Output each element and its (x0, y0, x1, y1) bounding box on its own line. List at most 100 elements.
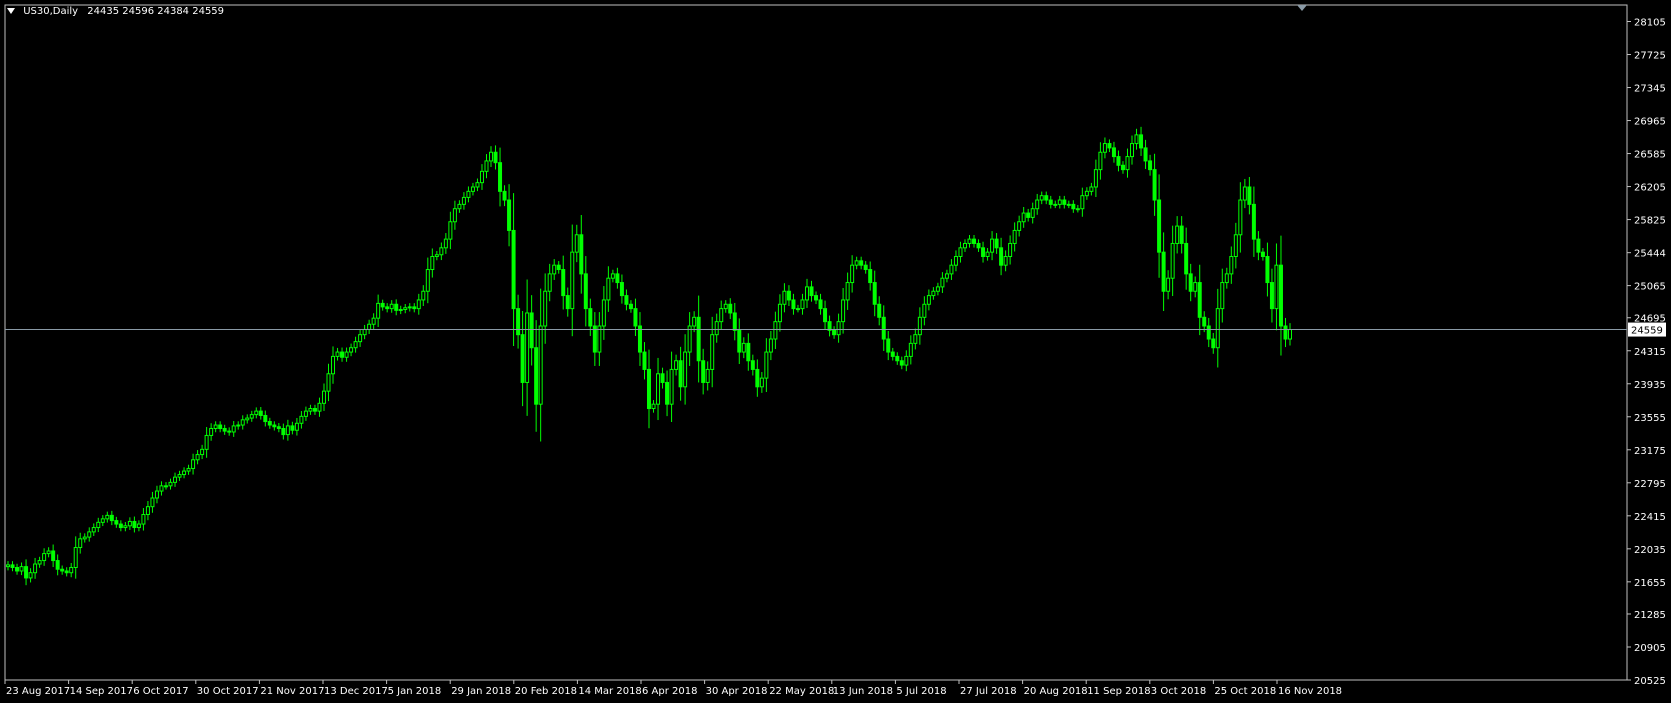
candle-body (73, 547, 78, 568)
candle-body (398, 308, 403, 311)
candle-body (827, 321, 832, 331)
candle-body (768, 338, 773, 353)
candle-body (908, 342, 913, 357)
candle-body (1242, 186, 1247, 201)
candle-body (1044, 195, 1049, 201)
candle-body (321, 390, 326, 404)
candle-body (254, 410, 259, 416)
candle-body (1075, 208, 1080, 211)
candle-body (773, 321, 778, 340)
y-tick-label: 25065 (1634, 282, 1666, 293)
chart-area[interactable]: US30,Daily 24435 24596 24384 24559 28105… (0, 0, 1671, 703)
last-price-label: 24559 (1631, 326, 1663, 337)
candle-body (87, 531, 92, 538)
candle-body (525, 312, 530, 383)
candle-body (935, 286, 940, 292)
x-tick-label: 5 Jul 2018 (896, 686, 946, 697)
candle-body (1111, 147, 1116, 158)
candle-body (561, 269, 566, 297)
candle-body (985, 251, 990, 257)
candle-body (394, 303, 399, 311)
candle-body (647, 368, 651, 410)
candle-body (303, 410, 308, 417)
candle-body (123, 525, 128, 529)
candle-body (24, 566, 29, 579)
y-tick-label: 25825 (1634, 216, 1666, 227)
candle-body (209, 428, 214, 436)
y-tick-label: 24315 (1634, 347, 1666, 358)
candle-body (1048, 199, 1053, 205)
candle-body (890, 351, 895, 357)
candle-body (236, 424, 241, 427)
candle-body (1161, 251, 1166, 292)
candle-body (222, 428, 227, 432)
x-tick-label: 3 Oct 2018 (1151, 686, 1206, 697)
candle-body (818, 299, 823, 310)
candle-body (931, 290, 936, 297)
candle-body (64, 570, 69, 574)
candle-body (1148, 160, 1153, 171)
candle-body (705, 368, 710, 383)
x-tick-label: 27 Jul 2018 (960, 686, 1017, 697)
candle-body (511, 229, 516, 310)
candle-body (294, 422, 299, 431)
candle-body (1175, 225, 1180, 244)
candle-body (610, 273, 615, 279)
candle-body (845, 282, 850, 301)
candle-body (944, 273, 949, 279)
candle-body (574, 234, 579, 253)
candle-body (331, 355, 336, 375)
candle-body (841, 299, 846, 323)
candle-body (696, 316, 701, 362)
y-tick-label: 27345 (1634, 84, 1666, 95)
candle-body (660, 373, 665, 383)
candle-body (1134, 134, 1139, 145)
candle-body (804, 286, 809, 301)
candle-body (141, 514, 146, 525)
candle-body (692, 316, 697, 327)
candle-body (177, 474, 182, 478)
candle-body (28, 572, 33, 579)
candle-body (299, 415, 304, 424)
candle-body (1211, 338, 1216, 349)
candle-body (1188, 273, 1193, 292)
price-chart[interactable]: 28105 27725 27345 26965 26585 26205 25825 25444… (0, 0, 1671, 703)
y-tick-label: 21655 (1634, 578, 1666, 589)
x-tick-label: 13 Dec 2017 (324, 686, 388, 697)
candle-body (850, 264, 855, 284)
candle-body (917, 316, 922, 336)
candle-body (1008, 242, 1013, 257)
candle-body (895, 355, 900, 362)
candle-body (353, 341, 358, 349)
candle-body (163, 485, 168, 488)
y-tick-label: 23935 (1634, 380, 1666, 391)
y-tick-label: 26965 (1634, 117, 1666, 128)
candle-body (461, 196, 466, 205)
candle-body (967, 238, 972, 244)
candle-body (358, 334, 363, 343)
candle-body (195, 454, 200, 461)
candle-body (940, 277, 945, 288)
y-tick-label: 23175 (1634, 446, 1666, 457)
x-tick-label: 14 Sep 2017 (70, 686, 133, 697)
candle-body (200, 448, 205, 456)
candle-body (904, 355, 909, 366)
shift-marker-icon[interactable] (1297, 5, 1307, 11)
plot-frame (4, 4, 1628, 681)
candle-body (1035, 199, 1040, 210)
x-tick-label: 30 Oct 2017 (197, 686, 259, 697)
candle-body (55, 560, 60, 570)
candle-body (656, 373, 661, 405)
candle-body (1093, 169, 1098, 188)
candle-body (403, 307, 408, 310)
candle-body (69, 567, 74, 574)
candle-body (1071, 203, 1076, 210)
candle-body (1202, 316, 1207, 327)
candle-body (136, 523, 141, 529)
candle-body (42, 553, 47, 562)
candle-body (448, 221, 453, 240)
candle-body (204, 434, 209, 450)
candle-body (1265, 255, 1270, 284)
candle-body (899, 360, 904, 366)
candle-body (425, 269, 430, 292)
